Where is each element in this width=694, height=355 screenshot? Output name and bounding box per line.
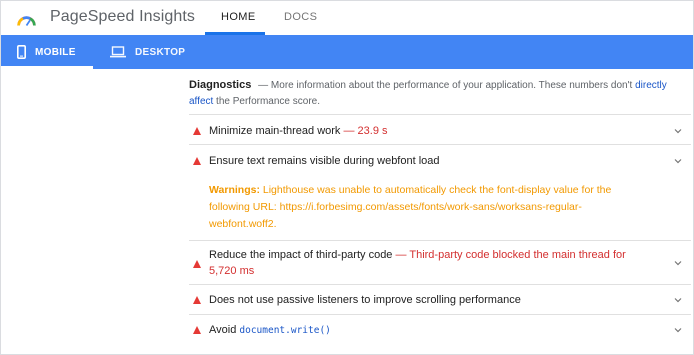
fail-triangle-icon bbox=[193, 296, 201, 304]
page-frame: PageSpeed Insights HOME DOCS MOBILE DESK… bbox=[0, 0, 694, 355]
audit-title: Avoid bbox=[209, 324, 237, 336]
warning-label: Warnings: bbox=[209, 184, 260, 196]
affect-link[interactable]: affect bbox=[189, 96, 213, 107]
diagnostics-description-end: the Performance score. bbox=[213, 96, 320, 107]
audit-value: — 23.9 s bbox=[343, 125, 388, 137]
audit-passive-listeners[interactable]: Does not use passive listeners to improv… bbox=[189, 284, 691, 314]
audit-code: document.write() bbox=[239, 325, 331, 336]
audit-title: Minimize main-thread work bbox=[209, 125, 341, 137]
laptop-icon bbox=[110, 46, 126, 58]
chevron-down-icon[interactable] bbox=[673, 156, 683, 166]
diagnostics-dash: — bbox=[258, 80, 269, 91]
phone-icon bbox=[17, 45, 26, 59]
audit-title: Ensure text remains visible during webfo… bbox=[209, 155, 440, 167]
device-bar: MOBILE DESKTOP bbox=[1, 35, 693, 69]
fail-triangle-icon bbox=[193, 157, 201, 165]
brand-title[interactable]: PageSpeed Insights bbox=[50, 8, 195, 26]
chevron-down-icon[interactable] bbox=[673, 325, 683, 335]
audit-webfont-visible[interactable]: Ensure text remains visible during webfo… bbox=[189, 144, 691, 240]
tab-desktop-label: DESKTOP bbox=[135, 46, 186, 58]
audit-title: Does not use passive listeners to improv… bbox=[209, 294, 521, 306]
tab-desktop[interactable]: DESKTOP bbox=[110, 35, 185, 69]
fail-triangle-icon bbox=[193, 326, 201, 334]
diagnostics-description: More information about the performance o… bbox=[270, 80, 636, 91]
tab-mobile[interactable]: MOBILE bbox=[17, 35, 76, 69]
directly-link[interactable]: directly bbox=[635, 80, 667, 91]
audit-title-wrap: Minimize main-thread work — 23.9 s bbox=[209, 123, 388, 139]
warning-text: Lighthouse was unable to automatically c… bbox=[209, 184, 612, 230]
audit-title-wrap: Reduce the impact of third-party code — … bbox=[209, 247, 649, 279]
diagnostics-title: Diagnostics bbox=[189, 79, 252, 91]
fail-triangle-icon bbox=[193, 127, 201, 135]
diagnostics-header: Diagnostics — More information about the… bbox=[189, 77, 669, 110]
pagespeed-gauge-icon[interactable] bbox=[16, 8, 37, 29]
chevron-down-icon[interactable] bbox=[673, 126, 683, 136]
audit-title: Reduce the impact of third-party code bbox=[209, 249, 393, 261]
tab-docs[interactable]: DOCS bbox=[284, 11, 317, 23]
tab-home[interactable]: HOME bbox=[221, 11, 256, 23]
mobile-tab-indicator bbox=[1, 66, 93, 69]
chevron-down-icon[interactable] bbox=[673, 258, 683, 268]
fail-triangle-icon bbox=[193, 260, 201, 268]
tab-mobile-label: MOBILE bbox=[35, 46, 76, 58]
audit-third-party-code[interactable]: Reduce the impact of third-party code — … bbox=[189, 240, 691, 284]
audit-warning: Warnings: Lighthouse was unable to autom… bbox=[209, 182, 649, 233]
audit-main-thread-work[interactable]: Minimize main-thread work — 23.9 s bbox=[189, 114, 691, 144]
audit-title-wrap: Ensure text remains visible during webfo… bbox=[209, 153, 440, 169]
audit-title-wrap: Avoid document.write() bbox=[209, 322, 331, 339]
top-header: PageSpeed Insights HOME DOCS bbox=[1, 1, 693, 35]
audit-document-write[interactable]: Avoid document.write() bbox=[189, 314, 691, 344]
chevron-down-icon[interactable] bbox=[673, 295, 683, 305]
audit-title-wrap: Does not use passive listeners to improv… bbox=[209, 292, 521, 308]
